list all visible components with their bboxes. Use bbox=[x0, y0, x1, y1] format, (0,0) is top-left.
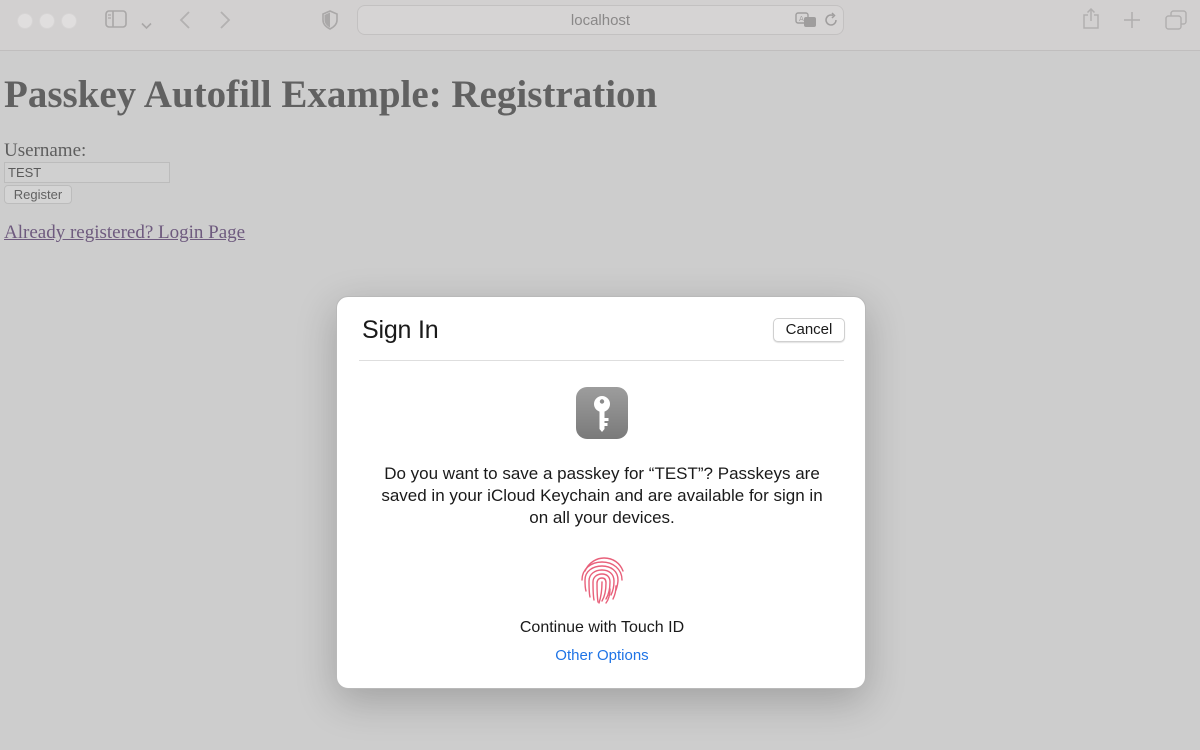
username-label: Username: bbox=[4, 140, 87, 161]
tabs-overview-icon[interactable] bbox=[1165, 10, 1187, 34]
register-button[interactable]: Register bbox=[4, 185, 72, 204]
reload-icon[interactable] bbox=[823, 12, 839, 32]
share-icon[interactable] bbox=[1082, 7, 1100, 34]
minimize-window-button[interactable] bbox=[39, 13, 55, 29]
username-input[interactable]: TEST bbox=[4, 162, 170, 183]
fingerprint-icon[interactable] bbox=[575, 553, 629, 607]
page-title: Passkey Autofill Example: Registration bbox=[4, 73, 658, 116]
other-options-link[interactable]: Other Options bbox=[337, 647, 867, 664]
sign-in-dialog: Sign In Cancel Do you want to save a pas… bbox=[336, 296, 866, 689]
shield-icon[interactable] bbox=[321, 10, 339, 34]
svg-text:A: A bbox=[799, 15, 804, 23]
address-bar[interactable]: localhost A bbox=[357, 5, 844, 35]
close-window-button[interactable] bbox=[17, 13, 33, 29]
touch-id-label: Continue with Touch ID bbox=[519, 619, 685, 636]
address-text: localhost bbox=[570, 12, 631, 29]
keychain-key-icon bbox=[576, 387, 628, 439]
zoom-window-button[interactable] bbox=[61, 13, 77, 29]
forward-icon[interactable] bbox=[219, 11, 231, 33]
login-page-link[interactable]: Already registered? Login Page bbox=[4, 222, 245, 244]
back-icon[interactable] bbox=[179, 11, 191, 33]
sidebar-icon[interactable] bbox=[105, 10, 127, 32]
divider bbox=[359, 360, 844, 361]
new-tab-icon[interactable] bbox=[1123, 11, 1141, 33]
browser-toolbar: localhost A bbox=[0, 0, 1200, 51]
cancel-button[interactable]: Cancel bbox=[773, 318, 845, 342]
chevron-down-icon[interactable] bbox=[141, 15, 152, 34]
save-passkey-message: Do you want to save a passkey for “TEST”… bbox=[381, 464, 823, 527]
translate-icon[interactable]: A bbox=[795, 11, 817, 33]
dialog-title: Sign In bbox=[362, 316, 439, 344]
